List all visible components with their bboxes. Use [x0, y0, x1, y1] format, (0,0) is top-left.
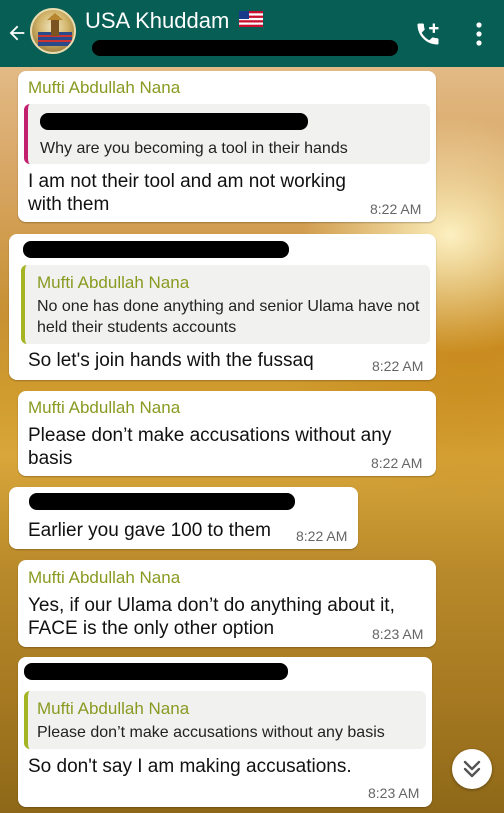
message-time: 8:22 AM: [371, 455, 423, 471]
message-time: 8:22 AM: [296, 528, 348, 544]
message-text: So let's join hands with the fussaq: [28, 350, 314, 371]
message-bubble[interactable]: Mufti Abdullah Nana Please don’t make ac…: [18, 391, 436, 476]
chat-header: USA Khuddam: [0, 0, 504, 67]
message-bubble[interactable]: Earlier you gave 100 to them 8:22 AM: [9, 487, 358, 549]
more-vert-icon[interactable]: [474, 21, 484, 47]
group-title[interactable]: USA Khuddam: [85, 8, 264, 34]
quoted-message-text: No one has done anything and senior Ulam…: [37, 298, 420, 336]
add-call-icon[interactable]: [414, 20, 442, 48]
message-text: So don't say I am making accusations.: [28, 756, 352, 777]
message-sender: Mufti Abdullah Nana: [28, 568, 181, 587]
quoted-message-sender: Mufti Abdullah Nana: [37, 273, 190, 292]
message-time: 8:23 AM: [368, 785, 420, 801]
message-bubble[interactable]: Mufti Abdullah Nana Why are you becoming…: [18, 71, 436, 222]
message-bubble[interactable]: Mufti Abdullah Nana No one has done anyt…: [9, 234, 436, 380]
group-avatar[interactable]: [30, 8, 76, 54]
message-sender: Mufti Abdullah Nana: [28, 398, 181, 417]
double-chevron-down-icon: [463, 760, 481, 778]
message-text: Please don’t make accusations without an…: [28, 425, 392, 469]
message-time: 8:22 AM: [370, 201, 422, 217]
quoted-message[interactable]: Why are you becoming a tool in their han…: [24, 104, 430, 164]
message-time: 8:22 AM: [372, 358, 424, 374]
redacted-quote-sender: [40, 113, 308, 130]
back-arrow-icon[interactable]: [6, 22, 28, 44]
quoted-message-sender: Mufti Abdullah Nana: [37, 699, 190, 718]
quoted-message-text: Please don’t make accusations without an…: [37, 724, 385, 741]
redacted-sender: [23, 241, 289, 258]
us-flag-icon: [239, 11, 264, 27]
redacted-sender: [24, 663, 288, 680]
group-title-text: USA Khuddam: [85, 8, 230, 33]
message-bubble[interactable]: Mufti Abdullah Nana Please don’t make ac…: [18, 657, 432, 807]
message-bubble[interactable]: Mufti Abdullah Nana Yes, if our Ulama do…: [18, 560, 436, 647]
quoted-message[interactable]: Mufti Abdullah Nana Please don’t make ac…: [24, 691, 426, 749]
redacted-sender: [29, 493, 295, 510]
message-time: 8:23 AM: [372, 626, 424, 642]
message-text: Earlier you gave 100 to them: [28, 520, 271, 541]
message-text: I am not their tool and am not working w…: [28, 171, 346, 215]
scroll-to-bottom-button[interactable]: [452, 749, 492, 789]
quoted-message[interactable]: Mufti Abdullah Nana No one has done anyt…: [21, 265, 430, 344]
quoted-message-text: Why are you becoming a tool in their han…: [40, 140, 348, 157]
message-sender: Mufti Abdullah Nana: [28, 78, 181, 97]
redacted-participants: [92, 40, 398, 56]
